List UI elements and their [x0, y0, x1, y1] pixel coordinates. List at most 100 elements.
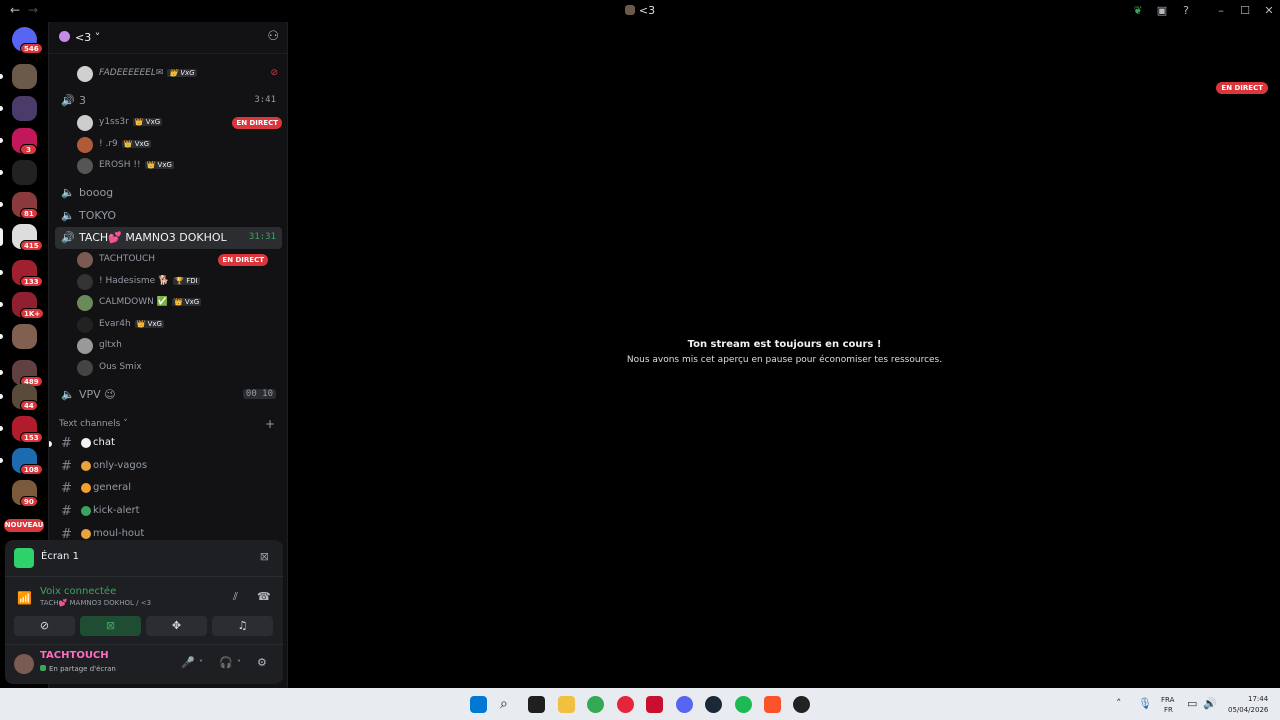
server-header[interactable]: <3 ˅ ⚇ — [49, 22, 287, 54]
unread-indicator — [49, 441, 52, 447]
windows-start-icon[interactable] — [470, 696, 487, 713]
server-icon[interactable] — [12, 64, 37, 89]
text-channel-name: kick-alert — [93, 505, 140, 517]
voice-channel-booog[interactable]: 🔈 booog — [55, 182, 282, 204]
stream-paused-subheading: Nous avons mis cet aperçu en pause pour … — [626, 355, 943, 365]
valorant-icon[interactable] — [617, 696, 634, 713]
voice-user[interactable]: TACHTOUCH EN DIRECT — [77, 251, 282, 271]
category-text-channels[interactable]: Text channels ˅ — [59, 419, 128, 429]
text-channel[interactable]: # kick-alert — [55, 501, 282, 523]
nitro-leaf-icon[interactable]: ❦ — [1131, 4, 1145, 18]
spotify-icon[interactable] — [735, 696, 752, 713]
text-channel[interactable]: # only-vagos — [55, 456, 282, 478]
voice-user[interactable]: Evar4h 👑 VxG — [77, 316, 282, 336]
stream-preview-row[interactable]: Écran 1 ⊠ — [5, 540, 283, 576]
server-icon — [624, 5, 635, 15]
member-tag: 👑 VxG — [121, 139, 152, 148]
voice-user-name: CALMDOWN ✅ 👑 VxG — [99, 297, 202, 307]
voice-channel-tokyo[interactable]: 🔈 TOKYO — [55, 205, 282, 227]
server-icon[interactable] — [12, 160, 37, 185]
mention-badge: 44 — [20, 400, 38, 411]
avatar[interactable] — [14, 654, 34, 674]
voice-channel-tach[interactable]: 🔊 TACH💕 MAMNO3 DOKHOL 31:31 — [55, 227, 282, 249]
voice-channel-3[interactable]: 🔊 3 3:41 — [55, 90, 282, 112]
server-icon[interactable] — [12, 324, 37, 349]
hash-icon: # — [61, 458, 72, 474]
language-indicator[interactable]: FRA — [1161, 696, 1174, 704]
stream-area[interactable]: EN DIRECT Ton stream est toujours en cou… — [289, 22, 1280, 688]
close-icon[interactable]: ✕ — [1262, 4, 1276, 18]
text-channel-name: moul-hout — [93, 527, 145, 539]
voice-user-name: EROSH !! 👑 VxG — [99, 160, 174, 170]
chevron-down-icon[interactable]: ˅ — [199, 659, 203, 668]
soundboard-button[interactable]: ♫ — [212, 616, 273, 636]
discord-icon[interactable] — [676, 696, 693, 713]
voice-channel-name: 3 — [79, 94, 86, 107]
activities-button[interactable]: ✥ — [146, 616, 207, 636]
voice-channel-name: TACH💕 MAMNO3 DOKHOL — [79, 231, 227, 244]
voice-user[interactable]: CALMDOWN ✅ 👑 VxG — [77, 294, 282, 314]
avatar — [77, 359, 93, 376]
voice-user-name: Evar4h 👑 VxG — [99, 318, 164, 329]
voice-user[interactable]: Ous Smix — [77, 359, 282, 379]
volume-icon[interactable]: 🔊 — [1203, 697, 1217, 710]
search-icon[interactable]: ⌕ — [500, 696, 517, 713]
brave-icon[interactable] — [764, 696, 781, 713]
screen-share-button[interactable]: ⊠ — [80, 616, 141, 636]
voice-user-name: y1ss3r 👑 VxG — [99, 117, 163, 127]
server-icon[interactable] — [12, 96, 37, 121]
signal-icon: 📶 — [17, 591, 32, 605]
live-badge[interactable]: EN DIRECT — [232, 117, 282, 129]
unread-pill — [0, 228, 3, 246]
camera-button[interactable]: ⊘ — [14, 616, 75, 636]
screen-share-icon — [14, 548, 34, 568]
unread-pill — [0, 302, 3, 307]
avatar — [77, 252, 93, 268]
voice-user[interactable]: EROSH !! 👑 VxG — [77, 157, 282, 177]
microphone-icon[interactable]: 🎤 — [181, 656, 195, 669]
speaker-icon: 🔈 — [61, 388, 75, 401]
noise-suppression-icon[interactable]: ⫽ — [233, 590, 238, 604]
obs-icon[interactable] — [793, 696, 810, 713]
chevron-up-icon[interactable]: ˄ — [1116, 697, 1122, 710]
current-user-name[interactable]: TACHTOUCH — [40, 650, 109, 661]
chrome-icon[interactable] — [587, 696, 604, 713]
maximize-icon[interactable]: ☐ — [1238, 4, 1252, 18]
voice-location[interactable]: TACH💕 MAMNO3 DOKHOL / <3 — [40, 599, 151, 607]
invite-people-icon[interactable]: ⚇ — [267, 29, 279, 44]
create-channel-icon[interactable]: + — [265, 417, 275, 431]
clock-date[interactable]: 05/04/2026 — [1228, 706, 1268, 714]
headphones-icon[interactable]: 🎧 — [219, 656, 233, 669]
inbox-icon[interactable]: ▣ — [1155, 4, 1169, 18]
settings-gear-icon[interactable]: ⚙ — [257, 656, 267, 669]
chevron-down-icon[interactable]: ˅ — [237, 659, 241, 668]
unread-pill — [0, 370, 3, 375]
riot-icon[interactable] — [646, 696, 663, 713]
stream-paused-heading: Ton stream est toujours en cours ! — [687, 339, 882, 350]
text-channel[interactable]: # general — [55, 478, 282, 500]
stop-stream-icon[interactable]: ⊠ — [260, 550, 269, 563]
voice-user[interactable]: FADEEEEEEL✉ 👑 VxG ⊘ — [77, 65, 282, 85]
file-explorer-icon[interactable] — [558, 696, 575, 713]
text-channel[interactable]: # chat — [49, 433, 282, 455]
disconnect-icon[interactable]: ☎ — [257, 590, 271, 603]
microphone-tray-icon[interactable]: 🎙 — [1138, 697, 1152, 710]
keyboard-layout[interactable]: FR — [1164, 706, 1173, 714]
voice-user[interactable]: y1ss3r 👑 VxG EN DIRECT — [77, 114, 282, 134]
steam-icon[interactable] — [705, 696, 722, 713]
taskbar: ⌕ ˄ 🎙 FRA FR ▭ 🔊 17:44 05/04/2026 — [0, 688, 1280, 720]
voice-status[interactable]: Voix connectée — [40, 586, 116, 597]
clock-time[interactable]: 17:44 — [1248, 695, 1268, 703]
help-icon[interactable]: ? — [1179, 4, 1193, 18]
voice-user[interactable]: ! Hadesisme 🐕 🏆 FDI — [77, 273, 282, 293]
minimize-icon[interactable]: – — [1214, 4, 1228, 18]
unread-pill — [0, 74, 3, 79]
network-icon[interactable]: ▭ — [1187, 697, 1197, 710]
live-badge[interactable]: EN DIRECT — [218, 254, 268, 266]
voice-channel-vpv[interactable]: 🔈 VPV 😉 00 10 — [55, 384, 282, 406]
voice-user[interactable]: gltxh — [77, 337, 282, 357]
voice-user[interactable]: ! .r9 👑 VxG — [77, 136, 282, 156]
task-view-icon[interactable] — [528, 696, 545, 713]
mention-badge: 108 — [20, 464, 43, 475]
hash-icon: # — [61, 481, 72, 497]
